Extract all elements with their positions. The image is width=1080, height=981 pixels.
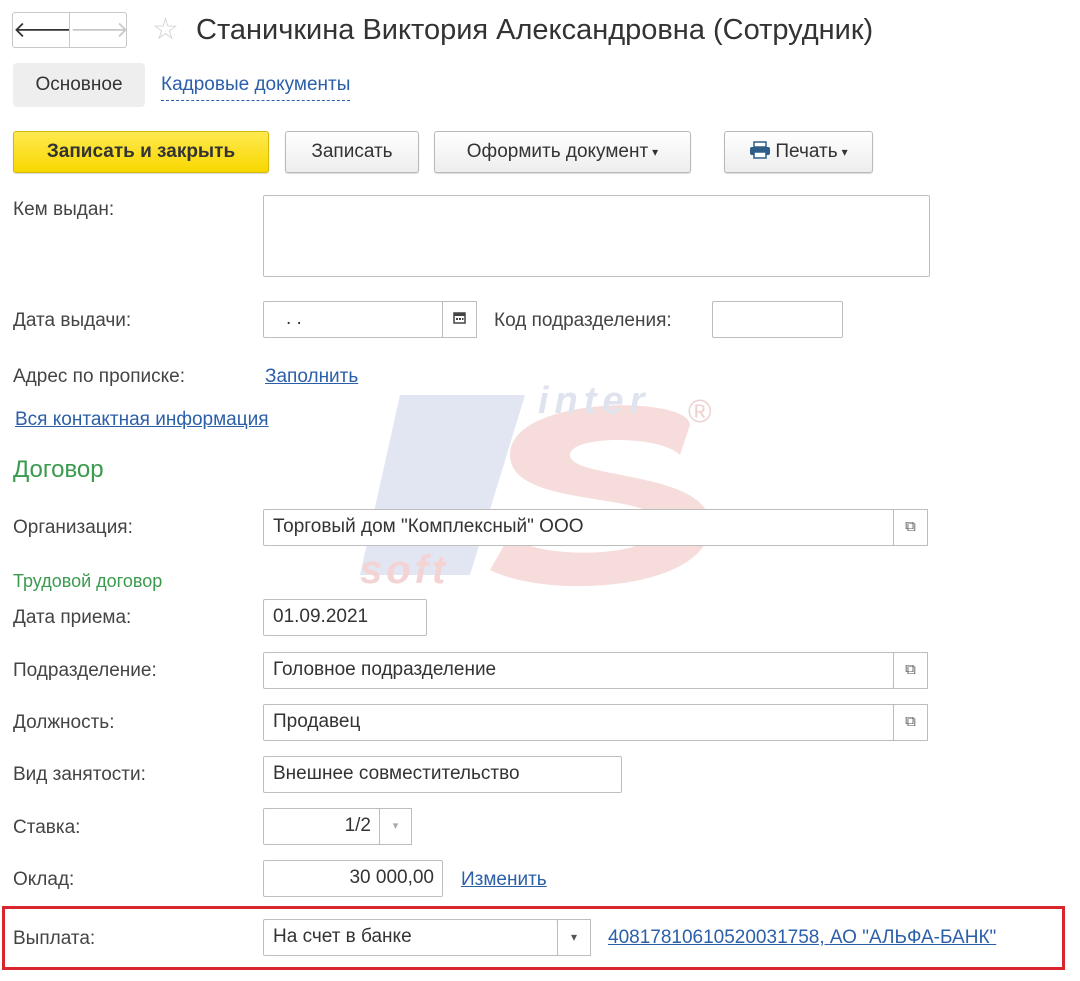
save-button[interactable]: Записать xyxy=(285,131,419,173)
salary-label: Оклад: xyxy=(13,869,75,890)
hire-date-label: Дата приема: xyxy=(13,607,132,628)
issue-date-label: Дата выдачи: xyxy=(13,310,132,331)
position-open-button[interactable]: ⧉ xyxy=(893,704,928,741)
watermark-top-text: inter xyxy=(538,380,651,422)
rate-label: Ставка: xyxy=(13,817,81,838)
watermark-bottom-text: soft xyxy=(360,548,450,592)
department-input[interactable]: Головное подразделение xyxy=(263,652,894,689)
save-and-close-label: Записать и закрыть xyxy=(46,141,236,162)
organization-label: Организация: xyxy=(13,517,133,538)
employment-type-label: Вид занятости: xyxy=(13,764,146,785)
address-label: Адрес по прописке: xyxy=(13,366,186,387)
bank-account-link[interactable]: 40817810610520031758, АО "АЛЬФА-БАНК" xyxy=(608,926,996,950)
back-button[interactable]: 🡐 xyxy=(12,12,72,48)
labor-contract-heading: Трудовой договор xyxy=(13,571,163,591)
address-fill-link[interactable]: Заполнить xyxy=(265,365,358,389)
rate-dropdown-button[interactable]: ▾ xyxy=(379,808,412,845)
calendar-button[interactable] xyxy=(442,301,477,338)
create-document-button[interactable]: Оформить документ ▾ xyxy=(434,131,691,173)
create-document-label: Оформить документ xyxy=(466,141,649,163)
arrow-right-icon: 🡒 xyxy=(70,17,129,42)
tab-hr-documents[interactable]: Кадровые документы xyxy=(161,70,351,101)
hire-date-input[interactable]: 01.09.2021 xyxy=(263,599,427,636)
department-open-button[interactable]: ⧉ xyxy=(893,652,928,689)
arrow-left-icon: 🡐 xyxy=(13,17,72,42)
open-window-icon: ⧉ xyxy=(905,518,916,535)
position-input[interactable]: Продавец xyxy=(263,704,894,741)
dropdown-arrow-icon: ▾ xyxy=(652,145,659,159)
issued-by-label: Кем выдан: xyxy=(13,199,115,220)
watermark-logo xyxy=(360,395,710,587)
issue-date-input[interactable]: . . xyxy=(263,301,443,338)
chevron-down-icon: ▾ xyxy=(392,820,399,832)
print-label: Печать xyxy=(775,141,838,163)
page-title: Станичкина Виктория Александровна (Сотру… xyxy=(196,14,874,46)
salary-change-link[interactable]: Изменить xyxy=(461,868,547,892)
print-button[interactable]: Печать ▾ xyxy=(724,131,873,173)
open-window-icon: ⧉ xyxy=(905,661,916,678)
rate-input[interactable]: 1/2 xyxy=(263,808,380,845)
payment-label: Выплата: xyxy=(13,928,96,949)
tab-main[interactable]: Основное xyxy=(13,63,145,107)
watermark-registered: ® xyxy=(688,393,712,429)
dept-code-label: Код подразделения: xyxy=(494,310,672,331)
organization-open-button[interactable]: ⧉ xyxy=(893,509,928,546)
chevron-down-icon: ▾ xyxy=(570,930,578,944)
printer-icon xyxy=(750,141,771,159)
favorite-star-icon[interactable]: ☆ xyxy=(152,12,179,48)
organization-input[interactable]: Торговый дом "Комплексный" ООО xyxy=(263,509,894,546)
save-and-close-button[interactable]: Записать и закрыть xyxy=(13,131,269,173)
issued-by-textarea[interactable] xyxy=(263,195,930,277)
salary-input[interactable]: 30 000,00 xyxy=(263,860,443,897)
all-contacts-link[interactable]: Вся контактная информация xyxy=(15,408,269,432)
save-label: Записать xyxy=(311,141,393,162)
dept-code-input[interactable] xyxy=(712,301,843,338)
dropdown-arrow-icon: ▾ xyxy=(841,145,848,159)
forward-button[interactable]: 🡒 xyxy=(69,12,129,48)
employment-type-input[interactable]: Внешнее совместительство xyxy=(263,756,622,793)
open-window-icon: ⧉ xyxy=(905,713,916,730)
position-label: Должность: xyxy=(13,712,115,733)
payment-dropdown-button[interactable]: ▾ xyxy=(557,919,591,956)
department-label: Подразделение: xyxy=(13,660,157,681)
calendar-icon xyxy=(453,312,466,324)
payment-select[interactable]: На счет в банке xyxy=(263,919,558,956)
contract-heading: Договор xyxy=(13,456,104,483)
